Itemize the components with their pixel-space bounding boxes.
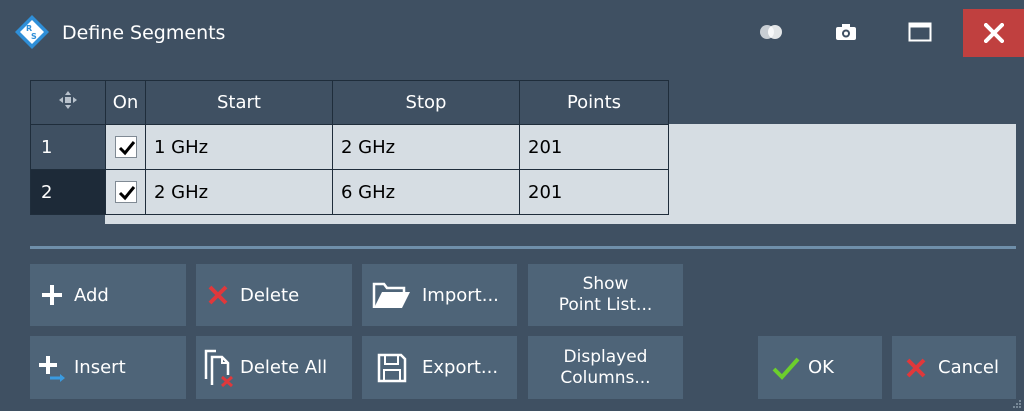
ok-label: OK	[808, 357, 834, 378]
move-icon	[59, 91, 77, 109]
add-label: Add	[74, 284, 109, 306]
cancel-button[interactable]: Cancel	[892, 336, 1016, 399]
insert-label: Insert	[74, 357, 126, 378]
show-point-list-label-line2: Point List...	[558, 295, 653, 315]
displayed-columns-label-line1: Displayed	[563, 346, 648, 367]
points-cell[interactable]: 201	[519, 124, 669, 170]
add-button[interactable]: Add	[30, 264, 186, 326]
close-button[interactable]	[963, 9, 1024, 57]
insert-button[interactable]: Insert	[30, 336, 186, 399]
save-disk-icon	[362, 353, 422, 383]
displayed-columns-label-line2: Columns...	[560, 367, 651, 388]
cancel-x-icon	[894, 357, 938, 379]
delete-all-icon	[196, 349, 240, 387]
table-row[interactable]: 1 1 GHz 2 GHz 201	[30, 124, 669, 170]
column-header-on[interactable]: On	[105, 80, 146, 125]
column-header-points[interactable]: Points	[519, 80, 669, 125]
maximize-icon[interactable]	[905, 18, 935, 46]
ok-check-icon	[764, 356, 808, 380]
delete-label: Delete	[240, 284, 300, 306]
plus-icon	[30, 284, 74, 306]
start-cell[interactable]: 1 GHz	[145, 124, 333, 170]
export-button[interactable]: Export...	[362, 336, 517, 399]
on-cell[interactable]	[105, 124, 146, 170]
stop-cell[interactable]: 6 GHz	[332, 169, 520, 215]
resize-grip-icon[interactable]	[1012, 399, 1022, 409]
checkmark-icon	[118, 186, 135, 201]
row-header[interactable]: 2	[30, 169, 106, 215]
points-cell[interactable]: 201	[519, 169, 669, 215]
segment-table: On Start Stop Points 1 1 GHz 2 GHz 201 2	[30, 80, 1016, 224]
column-header-start[interactable]: Start	[145, 80, 333, 125]
delete-all-button[interactable]: Delete All	[196, 336, 352, 399]
select-all-corner[interactable]	[30, 80, 106, 125]
table-header-filler	[668, 80, 1016, 124]
segment-on-checkbox[interactable]	[114, 181, 137, 203]
table-row[interactable]: 2 2 GHz 6 GHz 201	[30, 169, 669, 215]
camera-icon[interactable]	[831, 18, 861, 46]
show-point-list-button[interactable]: Show Point List...	[528, 264, 683, 326]
export-label: Export...	[422, 357, 499, 378]
on-cell[interactable]	[105, 169, 146, 215]
checkmark-icon	[118, 141, 135, 156]
divider	[30, 246, 1016, 249]
stop-cell[interactable]: 2 GHz	[332, 124, 520, 170]
delete-x-icon	[196, 284, 240, 306]
close-icon	[983, 23, 1004, 43]
title-bar: R S Define Segments	[0, 0, 1024, 64]
displayed-columns-button[interactable]: Displayed Columns...	[528, 336, 683, 399]
column-header-stop[interactable]: Stop	[332, 80, 520, 125]
delete-button[interactable]: Delete	[196, 264, 352, 326]
insert-plus-arrow-icon	[30, 354, 74, 382]
folder-open-icon	[362, 280, 422, 310]
segment-on-checkbox[interactable]	[114, 136, 137, 158]
import-button[interactable]: Import...	[362, 264, 517, 326]
transparency-toggle-icon[interactable]	[756, 18, 786, 46]
svg-text:S: S	[31, 32, 37, 41]
start-cell[interactable]: 2 GHz	[145, 169, 333, 215]
rohde-schwarz-logo-icon: R S	[15, 15, 49, 49]
delete-all-label: Delete All	[240, 357, 328, 378]
cancel-label: Cancel	[938, 357, 999, 378]
import-label: Import...	[422, 284, 499, 306]
window-title: Define Segments	[62, 22, 226, 44]
show-point-list-label-line1: Show	[582, 274, 629, 294]
ok-button[interactable]: OK	[758, 336, 882, 399]
segments-grid: On Start Stop Points 1 1 GHz 2 GHz 201 2	[30, 80, 669, 215]
row-header[interactable]: 1	[30, 124, 106, 170]
